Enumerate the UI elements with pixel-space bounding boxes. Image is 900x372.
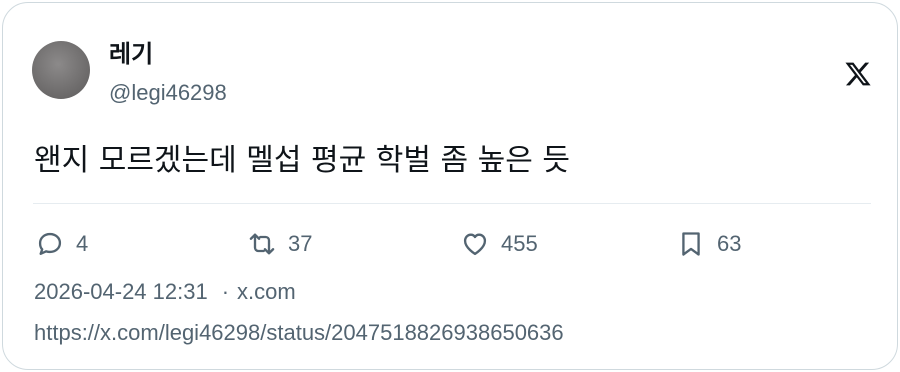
bookmark-button[interactable]: 63 xyxy=(677,229,741,259)
tweet-text: 왠지 모르겠는데 멜섭 평균 학벌 좀 높은 듯 xyxy=(34,143,570,178)
bookmark-count: 63 xyxy=(717,231,742,256)
timestamp[interactable]: 2026-04-24 12:31 xyxy=(34,279,208,304)
avatar[interactable] xyxy=(32,41,90,99)
like-count: 455 xyxy=(501,231,538,256)
tweet-meta: 2026-04-24 12:31 · x.com xyxy=(34,278,296,306)
x-logo-icon[interactable] xyxy=(844,60,872,88)
repost-icon xyxy=(249,233,275,255)
repost-count: 37 xyxy=(288,231,313,256)
repost-button[interactable]: 37 xyxy=(248,229,312,259)
heart-icon xyxy=(463,233,487,256)
author-handle[interactable]: @legi46298 xyxy=(109,79,227,107)
tweet-card: 레기 @legi46298 왠지 모르겠는데 멜섭 평균 학벌 좀 높은 듯 4… xyxy=(2,2,898,370)
meta-separator: · xyxy=(221,279,230,304)
author-display-name[interactable]: 레기 xyxy=(109,39,153,69)
reply-count: 4 xyxy=(76,231,89,256)
bookmark-icon xyxy=(682,232,700,256)
reply-icon xyxy=(38,232,62,255)
status-url[interactable]: https://x.com/legi46298/status/204751882… xyxy=(34,319,564,347)
source-link[interactable]: x.com xyxy=(237,279,296,304)
divider xyxy=(33,203,871,204)
like-button[interactable]: 455 xyxy=(461,229,538,259)
reply-button[interactable]: 4 xyxy=(36,229,88,259)
